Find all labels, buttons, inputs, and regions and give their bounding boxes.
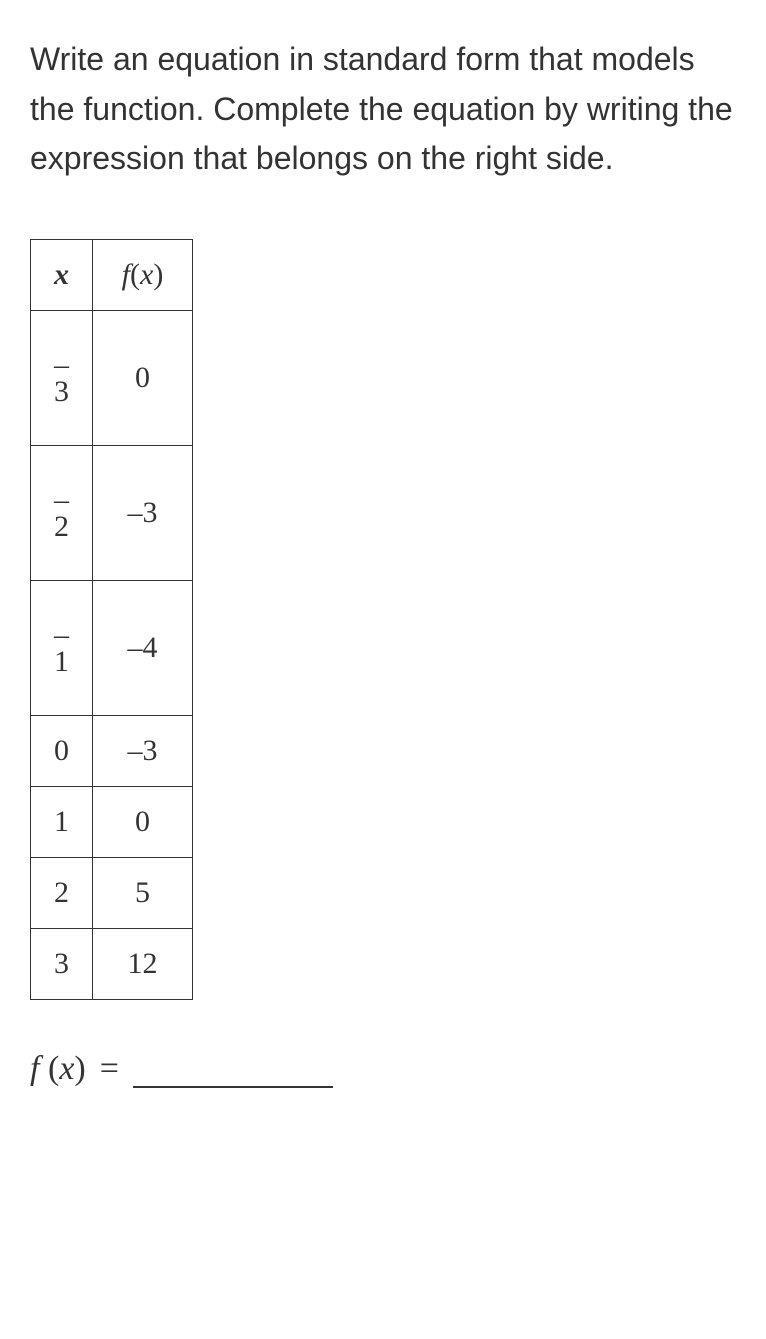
table-header-row: x f(x) (31, 239, 193, 310)
cell-x: 0 (31, 715, 93, 786)
header-fx-close: ) (153, 258, 163, 291)
answer-blank[interactable] (133, 1060, 333, 1088)
header-x: x (31, 239, 93, 310)
table-row: 0 –3 (31, 715, 193, 786)
header-fx: f(x) (93, 239, 193, 310)
equals-sign: = (100, 1050, 119, 1088)
table-row: 3 12 (31, 928, 193, 999)
number: 3 (54, 375, 69, 408)
header-fx-x: x (140, 258, 153, 291)
table-row: 1 0 (31, 786, 193, 857)
cell-x: 1 (31, 786, 93, 857)
cell-fx: 0 (93, 786, 193, 857)
cell-fx: 5 (93, 857, 193, 928)
number: 1 (54, 645, 69, 678)
cell-fx: –3 (93, 715, 193, 786)
neg-stack: – 1 (53, 618, 70, 678)
function-table: x f(x) – 3 0 – 2 –3 (30, 239, 193, 1000)
equation-open-paren: ( (39, 1050, 59, 1087)
header-fx-open: ( (130, 258, 140, 291)
neg-stack: – 2 (53, 483, 70, 543)
equation-x: x (59, 1050, 74, 1087)
cell-fx: 12 (93, 928, 193, 999)
cell-fx: –4 (93, 580, 193, 715)
equation-close-paren: ) (74, 1050, 85, 1087)
cell-x: – 1 (31, 580, 93, 715)
cell-x: – 3 (31, 310, 93, 445)
cell-fx: 0 (93, 310, 193, 445)
neg-stack: – 3 (53, 348, 70, 408)
cell-x: 2 (31, 857, 93, 928)
table-row: – 2 –3 (31, 445, 193, 580)
cell-x: – 2 (31, 445, 93, 580)
table-row: 2 5 (31, 857, 193, 928)
cell-x: 3 (31, 928, 93, 999)
table-row: – 1 –4 (31, 580, 193, 715)
equation-row: f (x) = (30, 1050, 736, 1088)
cell-fx: –3 (93, 445, 193, 580)
equation-label: f (x) (30, 1050, 86, 1088)
header-fx-f: f (122, 258, 130, 291)
table-row: – 3 0 (31, 310, 193, 445)
number: 2 (54, 510, 69, 543)
problem-prompt: Write an equation in standard form that … (30, 35, 736, 184)
